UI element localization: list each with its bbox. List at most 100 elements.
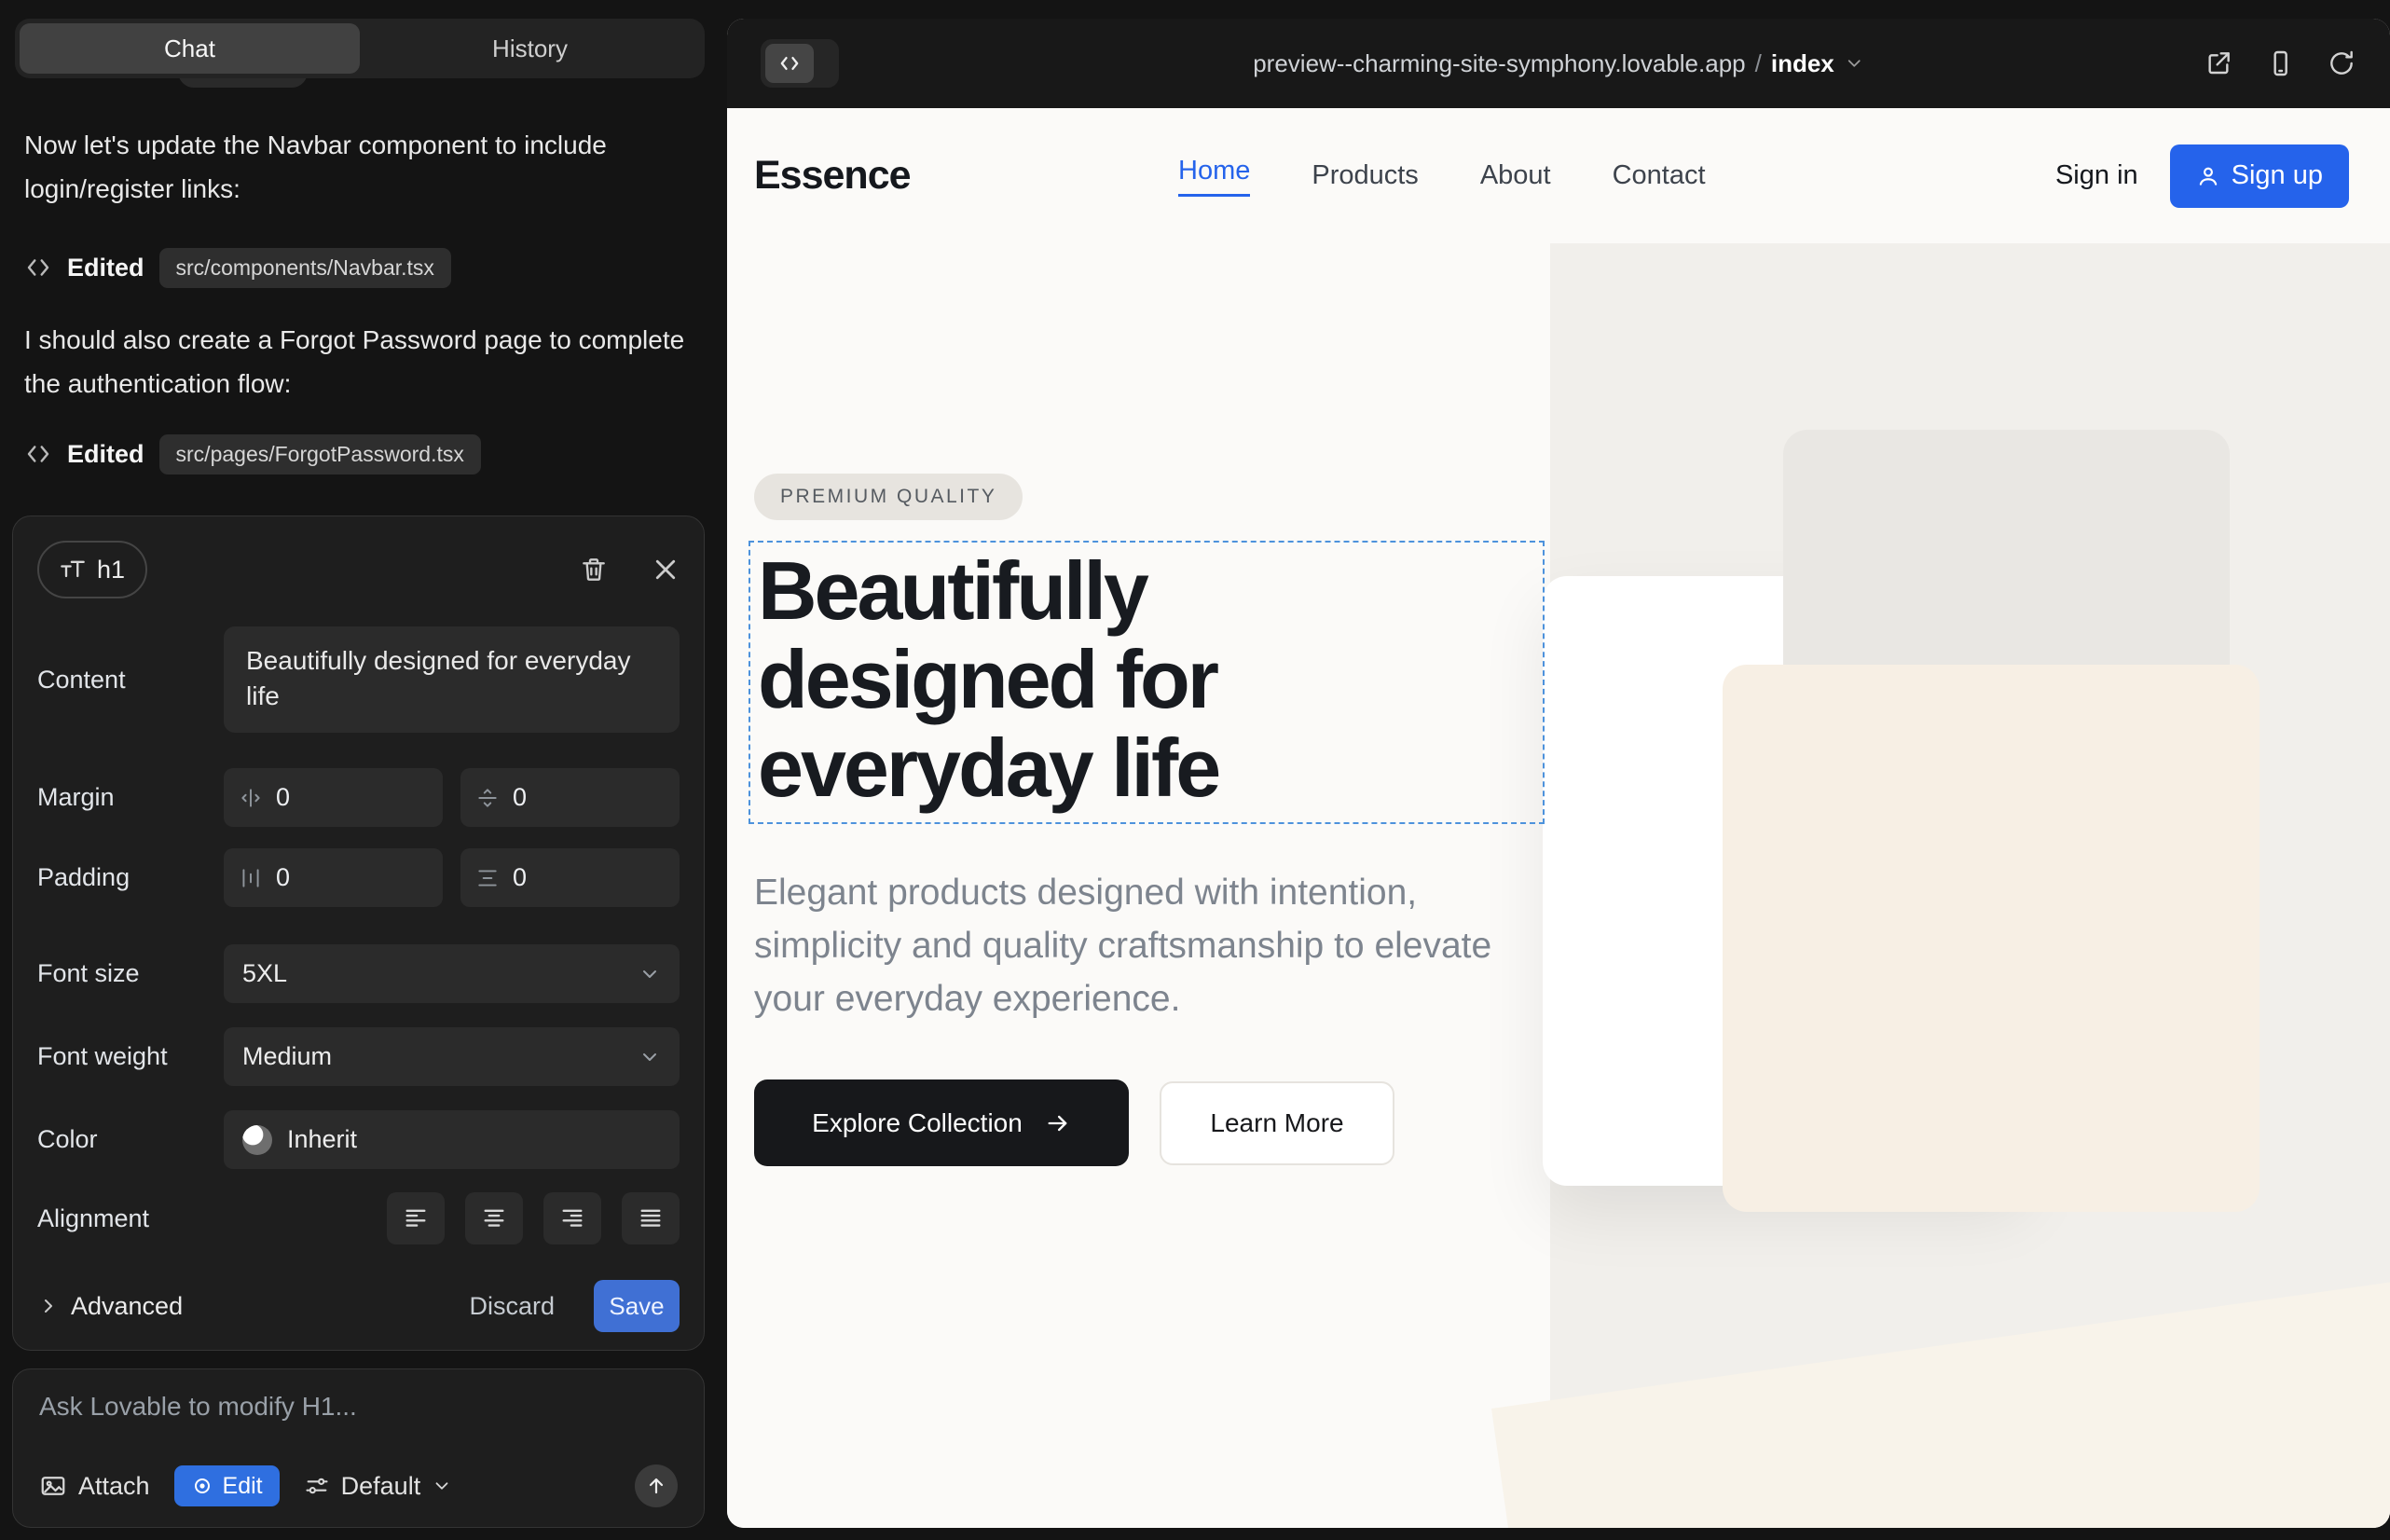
url-breadcrumb[interactable]: preview--charming-site-symphony.lovable.… bbox=[1253, 19, 1864, 108]
attach-icon bbox=[39, 1472, 67, 1500]
align-right-button[interactable] bbox=[543, 1192, 601, 1244]
chevron-right-icon bbox=[37, 1295, 60, 1317]
prompt-input[interactable] bbox=[39, 1392, 678, 1464]
edit-mode-button[interactable]: Edit bbox=[174, 1465, 280, 1506]
code-icon bbox=[24, 254, 52, 282]
font-weight-label: Font weight bbox=[37, 1042, 224, 1071]
margin-y-value[interactable] bbox=[513, 783, 569, 812]
padding-row: Padding bbox=[37, 848, 680, 907]
code-toggle[interactable] bbox=[761, 39, 839, 88]
edited-label: Edited bbox=[67, 440, 144, 469]
attach-label: Attach bbox=[78, 1472, 150, 1501]
font-weight-select[interactable]: Medium bbox=[224, 1027, 680, 1086]
explore-collection-button[interactable]: Explore Collection bbox=[754, 1079, 1129, 1166]
edited-label: Edited bbox=[67, 254, 144, 282]
font-weight-value: Medium bbox=[242, 1042, 332, 1071]
padding-x-value[interactable] bbox=[276, 863, 332, 892]
site-logo[interactable]: Essence bbox=[754, 153, 911, 199]
content-field[interactable]: Beautifully designed for everyday life bbox=[224, 626, 680, 733]
tab-history[interactable]: History bbox=[360, 23, 700, 74]
preview-actions bbox=[2204, 48, 2356, 78]
explore-collection-label: Explore Collection bbox=[812, 1108, 1023, 1138]
alignment-row: Alignment bbox=[37, 1192, 680, 1244]
hero-heading[interactable]: Beautifully designed for everyday life bbox=[758, 546, 1401, 812]
align-justify-button[interactable] bbox=[622, 1192, 680, 1244]
font-size-value: 5XL bbox=[242, 959, 287, 988]
close-icon[interactable] bbox=[652, 556, 680, 584]
site-nav-right: Sign in Sign up bbox=[2055, 144, 2349, 208]
padding-y-input[interactable] bbox=[460, 848, 680, 907]
edit-target-icon bbox=[191, 1475, 213, 1497]
align-center-button[interactable] bbox=[465, 1192, 523, 1244]
hero-paragraph: Elegant products designed with intention… bbox=[754, 866, 1500, 1025]
url-path: index bbox=[1771, 49, 1834, 78]
padding-horizontal-icon bbox=[239, 866, 263, 890]
advanced-label: Advanced bbox=[71, 1292, 183, 1321]
nav-link-home[interactable]: Home bbox=[1178, 156, 1250, 197]
model-default-button[interactable]: Default bbox=[304, 1472, 453, 1501]
margin-horizontal-icon bbox=[239, 786, 263, 810]
deco-card-cream bbox=[1723, 665, 2260, 1212]
chat-message: I should also create a Forgot Password p… bbox=[24, 318, 686, 406]
chevron-down-icon bbox=[1844, 53, 1864, 74]
trash-icon[interactable] bbox=[579, 555, 609, 584]
padding-vertical-icon bbox=[475, 866, 500, 890]
padding-x-input[interactable] bbox=[224, 848, 443, 907]
signup-button[interactable]: Sign up bbox=[2170, 144, 2349, 208]
nav-link-about[interactable]: About bbox=[1480, 160, 1551, 191]
mobile-view-icon[interactable] bbox=[2265, 48, 2295, 78]
alignment-label: Alignment bbox=[37, 1204, 224, 1233]
chevron-down-icon bbox=[639, 1046, 661, 1068]
prompt-toolbar: Attach Edit Default bbox=[39, 1464, 678, 1508]
default-label: Default bbox=[341, 1472, 421, 1501]
open-external-icon[interactable] bbox=[2204, 48, 2233, 78]
premium-quality-badge: PREMIUM QUALITY bbox=[754, 474, 1023, 520]
send-icon bbox=[645, 1475, 667, 1497]
tab-history-label: History bbox=[492, 34, 568, 63]
send-button[interactable] bbox=[635, 1464, 678, 1507]
attach-button[interactable]: Attach bbox=[39, 1472, 150, 1501]
margin-x-value[interactable] bbox=[276, 783, 332, 812]
signin-link[interactable]: Sign in bbox=[2055, 160, 2138, 191]
refresh-icon[interactable] bbox=[2327, 48, 2356, 78]
url-separator: / bbox=[1755, 49, 1762, 78]
margin-x-input[interactable] bbox=[224, 768, 443, 827]
edit-label: Edit bbox=[223, 1473, 263, 1500]
learn-more-button[interactable]: Learn More bbox=[1160, 1081, 1394, 1165]
color-label: Color bbox=[37, 1125, 224, 1154]
margin-vertical-icon bbox=[475, 786, 500, 810]
site-nav-links: Home Products About Contact bbox=[1178, 156, 1706, 197]
content-label: Content bbox=[37, 666, 224, 694]
font-size-label: Font size bbox=[37, 959, 224, 988]
file-badge[interactable]: src/components/Navbar.tsx bbox=[159, 248, 451, 288]
url-host: preview--charming-site-symphony.lovable.… bbox=[1253, 49, 1745, 78]
user-icon bbox=[2196, 164, 2220, 188]
color-swatch bbox=[242, 1125, 272, 1155]
align-left-button[interactable] bbox=[387, 1192, 445, 1244]
nav-link-contact[interactable]: Contact bbox=[1613, 160, 1706, 191]
edited-file-row: Edited src/pages/ForgotPassword.tsx bbox=[24, 431, 481, 477]
color-select[interactable]: Inherit bbox=[224, 1110, 680, 1169]
margin-y-input[interactable] bbox=[460, 768, 680, 827]
nav-link-products[interactable]: Products bbox=[1312, 160, 1418, 191]
app-window: Chat History Now let's update the Navbar… bbox=[0, 0, 2390, 1540]
preview-window: preview--charming-site-symphony.lovable.… bbox=[727, 19, 2390, 1528]
arrow-right-icon bbox=[1045, 1110, 1071, 1136]
tab-chat[interactable]: Chat bbox=[20, 23, 360, 74]
signup-label: Sign up bbox=[2232, 160, 2323, 191]
advanced-toggle[interactable]: Advanced bbox=[37, 1292, 183, 1321]
file-badge[interactable]: src/pages/ForgotPassword.tsx bbox=[159, 434, 481, 474]
discard-button[interactable]: Discard bbox=[469, 1292, 555, 1321]
h1-selection-outline[interactable]: Beautifully designed for everyday life bbox=[749, 541, 1545, 824]
content-row: Content Beautifully designed for everyda… bbox=[37, 626, 680, 733]
site-canvas: Essence Home Products About Contact Sign… bbox=[727, 108, 2390, 1528]
margin-row: Margin bbox=[37, 768, 680, 827]
chat-message: Now let's update the Navbar component to… bbox=[24, 123, 686, 211]
font-size-select[interactable]: 5XL bbox=[224, 944, 680, 1003]
element-tag-label: h1 bbox=[97, 556, 125, 584]
padding-y-value[interactable] bbox=[513, 863, 569, 892]
element-tag-chip[interactable]: h1 bbox=[37, 541, 147, 598]
save-button[interactable]: Save bbox=[594, 1280, 680, 1332]
color-value: Inherit bbox=[287, 1125, 357, 1154]
chat-history-tabs: Chat History bbox=[15, 19, 705, 78]
